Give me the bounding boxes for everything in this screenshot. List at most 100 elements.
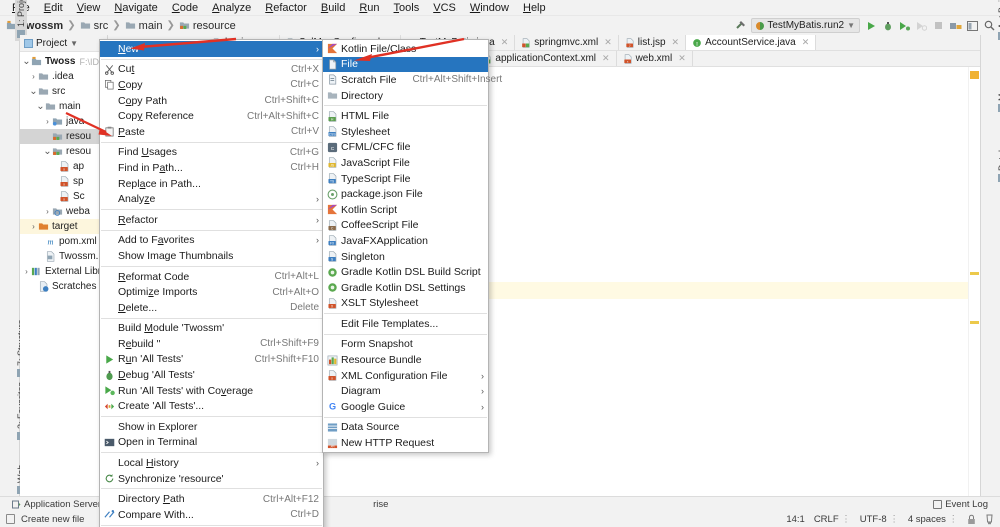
menu-item[interactable]: S Singleton bbox=[323, 249, 488, 265]
menu-tools[interactable]: Tools bbox=[387, 0, 427, 16]
lock-icon[interactable] bbox=[967, 514, 976, 525]
menu-item[interactable]: C CoffeeScript File bbox=[323, 218, 488, 234]
inspection-icon[interactable] bbox=[985, 514, 994, 525]
menu-item[interactable]: Paste Ctrl+V bbox=[100, 124, 323, 140]
caret-position[interactable]: 14:1 bbox=[786, 514, 805, 525]
chevron-down-icon[interactable]: ⌄ bbox=[43, 146, 52, 156]
chevron-right-icon[interactable]: › bbox=[29, 72, 38, 81]
breadcrumb-item-src[interactable]: src bbox=[80, 20, 108, 32]
tree-node[interactable]: ⌄TwossmF:\IDE bbox=[20, 54, 107, 69]
menu-item[interactable]: Reformat Code Ctrl+Alt+L bbox=[100, 269, 323, 285]
menu-item[interactable]: Add to Favorites › bbox=[100, 233, 323, 249]
menu-item[interactable]: Edit File Templates... bbox=[323, 316, 488, 332]
run-configuration-selector[interactable]: TestMyBatis.run2 ▼ bbox=[751, 18, 860, 33]
tree-node[interactable]: › External Librarie bbox=[20, 264, 107, 279]
menu-refactor[interactable]: Refactor bbox=[258, 0, 314, 16]
menu-build[interactable]: Build bbox=[314, 0, 352, 16]
tree-node[interactable]: x ap bbox=[20, 159, 107, 174]
debug-icon[interactable] bbox=[881, 21, 894, 31]
menu-item[interactable]: Build Module 'Twossm' bbox=[100, 321, 323, 337]
menu-item[interactable]: Cut Ctrl+X bbox=[100, 62, 323, 78]
menu-item[interactable]: H HTML File bbox=[323, 108, 488, 124]
new-submenu[interactable]: Kotlin File/Class File Scratch File Ctrl+Al… bbox=[322, 39, 502, 453]
menu-item[interactable]: x XML Configuration File › bbox=[323, 368, 488, 384]
error-stripe[interactable] bbox=[968, 67, 980, 496]
close-icon[interactable]: ✕ bbox=[802, 37, 810, 48]
menu-item[interactable]: Gradle Kotlin DSL Build Script bbox=[323, 264, 488, 280]
menu-item[interactable]: Copy Path Ctrl+Shift+C bbox=[100, 93, 323, 109]
chevron-right-icon[interactable]: › bbox=[29, 222, 38, 231]
editor-tab[interactable]: I AccountService.java ✕ bbox=[686, 35, 817, 50]
menu-item[interactable]: Show Image Thumbnails bbox=[100, 248, 323, 264]
close-icon[interactable]: ✕ bbox=[678, 53, 686, 64]
menu-window[interactable]: Window bbox=[463, 0, 516, 16]
menu-item[interactable]: Compare With... Ctrl+D bbox=[100, 507, 323, 523]
menu-analyze[interactable]: Analyze bbox=[205, 0, 258, 16]
editor-tab[interactable]: springmvc.xml ✕ bbox=[515, 35, 619, 50]
tree-node[interactable]: ⌄ src bbox=[20, 84, 107, 99]
indent-setting[interactable]: 4 spaces ⋮ bbox=[908, 514, 958, 525]
tree-node[interactable]: ⌄ main bbox=[20, 99, 107, 114]
menu-item[interactable]: Show in Explorer bbox=[100, 419, 323, 435]
menu-item[interactable]: Kotlin File/Class bbox=[323, 41, 488, 57]
tree-node[interactable]: › target bbox=[20, 219, 107, 234]
chevron-down-icon[interactable]: ⌄ bbox=[22, 56, 31, 66]
context-menu[interactable]: New › Cut Ctrl+X Copy Ctrl+C Copy Path Ctrl+Shi… bbox=[99, 39, 324, 527]
layout-icon[interactable] bbox=[966, 20, 979, 31]
menu-item[interactable]: Synchronize 'resource' bbox=[100, 471, 323, 487]
menu-item[interactable]: Scratch File Ctrl+Alt+Shift+Insert bbox=[323, 72, 502, 88]
close-icon[interactable]: ✕ bbox=[672, 37, 680, 48]
menu-item[interactable]: G Google Guice › bbox=[323, 399, 488, 415]
breadcrumb-item-resource[interactable]: resource bbox=[179, 20, 236, 32]
menu-item[interactable]: Create 'All Tests'... bbox=[100, 398, 323, 414]
menu-item[interactable]: X XSLT Stylesheet bbox=[323, 296, 488, 312]
chevron-right-icon[interactable]: › bbox=[43, 207, 52, 216]
tool-window-button-maven[interactable]: Maven bbox=[996, 71, 1000, 115]
chevron-right-icon[interactable]: › bbox=[22, 267, 31, 276]
menu-item[interactable]: Open in Terminal bbox=[100, 435, 323, 451]
tree-node[interactable]: x Sc bbox=[20, 189, 107, 204]
chevron-down-icon[interactable]: ▼ bbox=[70, 39, 78, 48]
menu-item[interactable]: Directory bbox=[323, 88, 488, 104]
close-icon[interactable]: ✕ bbox=[602, 53, 610, 64]
run-icon[interactable] bbox=[864, 21, 877, 31]
tree-node[interactable]: resou bbox=[20, 129, 107, 144]
tree-node[interactable]: › .idea bbox=[20, 69, 107, 84]
menu-item[interactable]: Debug 'All Tests' bbox=[100, 367, 323, 383]
project-structure-icon[interactable] bbox=[949, 21, 962, 31]
tool-window-button-ant-build[interactable]: Ant Build bbox=[996, 0, 1000, 43]
menu-item[interactable]: package.json File bbox=[323, 186, 488, 202]
tree-node[interactable]: Scratches and C bbox=[20, 279, 107, 294]
menu-item[interactable]: Directory Path Ctrl+Alt+F12 bbox=[100, 491, 323, 507]
menu-edit[interactable]: Edit bbox=[37, 0, 70, 16]
menu-item[interactable]: API New HTTP Request bbox=[323, 435, 488, 451]
editor-tab[interactable]: x web.xml ✕ bbox=[616, 51, 693, 66]
menu-item[interactable]: C CFML/CFC file bbox=[323, 140, 488, 156]
tool-window-application-server[interactable]: Application Server bbox=[6, 499, 107, 510]
tree-node[interactable]: › java bbox=[20, 114, 107, 129]
menu-item[interactable]: Run 'All Tests' Ctrl+Shift+F10 bbox=[100, 352, 323, 368]
menu-item[interactable]: Resource Bundle bbox=[323, 352, 488, 368]
menu-item[interactable]: Copy Reference Ctrl+Alt+Shift+C bbox=[100, 108, 323, 124]
menu-item[interactable]: Optimize Imports Ctrl+Alt+O bbox=[100, 284, 323, 300]
run-with-coverage-icon[interactable] bbox=[898, 21, 911, 31]
menu-item[interactable]: CSS Stylesheet bbox=[323, 124, 488, 140]
editor-tab[interactable]: Jlist.jsp ✕ bbox=[618, 35, 687, 50]
menu-item[interactable]: Copy Ctrl+C bbox=[100, 77, 323, 93]
editor-tab[interactable]: applicationContext.xml ✕ bbox=[476, 51, 617, 66]
menu-item[interactable]: Data Source bbox=[323, 420, 488, 436]
tree-node[interactable]: › weba bbox=[20, 204, 107, 219]
menu-item[interactable]: Replace in Path... bbox=[100, 176, 323, 192]
menu-item[interactable]: Analyze › bbox=[100, 191, 323, 207]
menu-item[interactable]: Find Usages Ctrl+G bbox=[100, 145, 323, 161]
close-icon[interactable]: ✕ bbox=[604, 37, 612, 48]
menu-item[interactable]: Gradle Kotlin DSL Settings bbox=[323, 280, 488, 296]
hammer-icon[interactable] bbox=[734, 19, 747, 32]
tree-node[interactable]: m pom.xml bbox=[20, 234, 107, 249]
menu-view[interactable]: View bbox=[70, 0, 108, 16]
menu-item[interactable]: Kotlin Script bbox=[323, 202, 488, 218]
chevron-right-icon[interactable]: › bbox=[43, 117, 52, 126]
menu-item[interactable]: Refactor › bbox=[100, 212, 323, 228]
tool-window-terminal[interactable]: rise bbox=[367, 499, 394, 510]
menu-item[interactable]: Delete... Delete bbox=[100, 300, 323, 316]
